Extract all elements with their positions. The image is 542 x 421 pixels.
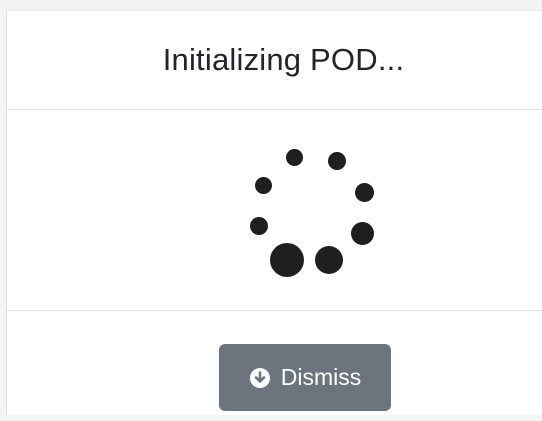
init-pod-modal: Initializing POD... Dismiss	[6, 10, 542, 415]
dismiss-label: Dismiss	[280, 364, 362, 390]
spinner-dot	[286, 149, 303, 166]
spinner-dot	[351, 222, 374, 245]
spinner-dot	[328, 152, 346, 170]
spinner-dot	[270, 243, 304, 277]
modal-title: Initializing POD...	[162, 42, 405, 77]
spinner-dot	[315, 246, 343, 274]
modal-footer: Dismiss	[7, 311, 542, 416]
arrow-circle-down-icon	[249, 367, 271, 389]
modal-header: Initializing POD...	[7, 11, 542, 110]
loading-spinner-icon	[7, 110, 542, 310]
dismiss-button[interactable]: Dismiss	[219, 344, 391, 411]
spinner-dot	[355, 183, 374, 202]
modal-body	[7, 110, 542, 311]
spinner-dot	[250, 217, 268, 235]
spinner-dot	[255, 177, 272, 194]
